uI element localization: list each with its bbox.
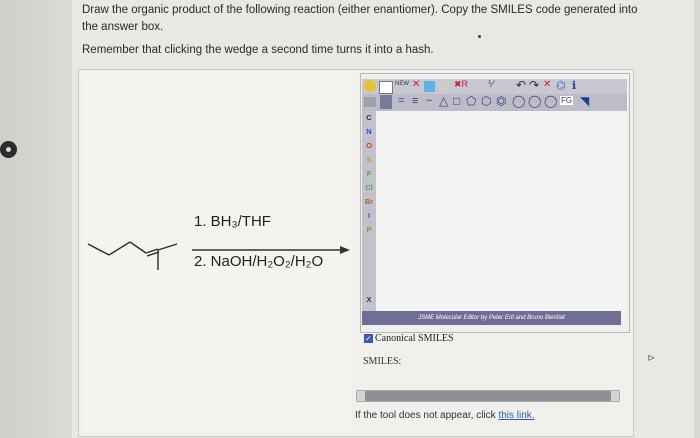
delete-icon[interactable]: ✕ (412, 79, 420, 90)
editor-toolbar-top: NEW ✕ ✖R ⅟ ↶ ↷ ✕ ⌬ ℹ (362, 78, 627, 94)
reactant-structure (87, 241, 178, 270)
drawing-canvas[interactable] (376, 111, 627, 316)
tool-help-link[interactable]: this link. (498, 410, 534, 421)
atom-button[interactable]: Br (362, 195, 376, 209)
canonical-smiles-label: Canonical SMILES (375, 333, 454, 344)
charge-icon[interactable] (424, 81, 435, 92)
atom-button[interactable]: X (362, 293, 376, 307)
single-bond-icon[interactable] (364, 97, 376, 107)
left-margin (0, 0, 72, 438)
atom-button[interactable]: S (362, 153, 376, 167)
smiles-label: SMILES: (363, 356, 402, 367)
mouse-cursor-icon: ⊳ (647, 353, 656, 364)
atom-button[interactable]: I (362, 209, 376, 223)
reagent-step-2: 2. NaOH/H₂O₂/H₂O (194, 253, 324, 270)
tool-help-prefix: If the tool does not appear, click (355, 410, 499, 421)
clear-icon[interactable]: ✕ (543, 79, 551, 90)
ring8-icon[interactable]: ◯ (528, 94, 541, 108)
ring4-icon[interactable]: □ (453, 94, 460, 108)
reaction-arrow-icon[interactable]: ⅟ (488, 79, 493, 90)
ring7-icon[interactable]: ◯ (512, 94, 525, 108)
fg-button[interactable]: FG (560, 96, 574, 105)
jsme-logo-icon: ◥ (580, 94, 590, 108)
wedge-bond-icon[interactable] (380, 95, 392, 109)
editor-credit: JSME Molecular Editor by Peter Ertl and … (362, 311, 621, 325)
blank-tool-icon[interactable] (439, 81, 450, 92)
scroll-right-icon[interactable] (611, 391, 619, 401)
info-icon[interactable]: ℹ (572, 79, 576, 92)
triple-bond-icon[interactable]: ≡ (412, 95, 418, 107)
chain-icon[interactable]: ~ (426, 95, 432, 107)
reaction-arrow-head (340, 246, 350, 254)
ring9-icon[interactable]: ◯ (544, 94, 557, 108)
editor-toolbar-bonds: = ≡ ~ △ □ ⬠ ⬡ ⏣ ◯ ◯ ◯ FG ◥ (362, 94, 627, 111)
atom-button[interactable]: Cl (362, 181, 376, 195)
checkbox-checked-icon[interactable]: ✓ (364, 334, 373, 344)
atom-button[interactable]: F (362, 167, 376, 181)
question-instruction: Draw the organic product of the followin… (82, 4, 638, 33)
question-reminder: Remember that clicking the wedge a secon… (82, 44, 434, 56)
help-icon[interactable] (364, 80, 376, 92)
atom-button[interactable]: O (362, 139, 376, 153)
scroll-left-icon[interactable] (357, 391, 365, 401)
question-status-icon (0, 141, 17, 158)
tool-help-text: If the tool does not appear, click this … (355, 410, 535, 421)
reagent-step-1: 1. BH₃/THF (194, 213, 271, 230)
atom-palette: C N O S F Cl Br I P X (362, 111, 376, 316)
double-bond-icon[interactable]: = (398, 95, 404, 107)
atom-button[interactable]: P (362, 223, 376, 237)
ring3-icon[interactable]: △ (439, 94, 448, 108)
delete-group-icon[interactable]: ✖R (454, 79, 468, 90)
atom-button[interactable]: C (362, 111, 376, 125)
select-tool-icon[interactable] (379, 81, 393, 94)
atom-button[interactable]: N (362, 125, 376, 139)
smiles-scrollbar[interactable] (356, 390, 620, 402)
ring5-icon[interactable]: ⬠ (466, 94, 476, 108)
redo-icon[interactable]: ↷ (529, 78, 539, 92)
canonical-smiles-option[interactable]: ✓ Canonical SMILES (364, 333, 454, 344)
ring6-icon[interactable]: ⬡ (481, 94, 491, 108)
new-button[interactable]: NEW (395, 81, 409, 87)
benzene-icon[interactable]: ⏣ (496, 94, 506, 108)
stray-dot (478, 35, 481, 38)
template-icon[interactable]: ⌬ (556, 79, 566, 92)
undo-icon[interactable]: ↶ (516, 78, 526, 92)
